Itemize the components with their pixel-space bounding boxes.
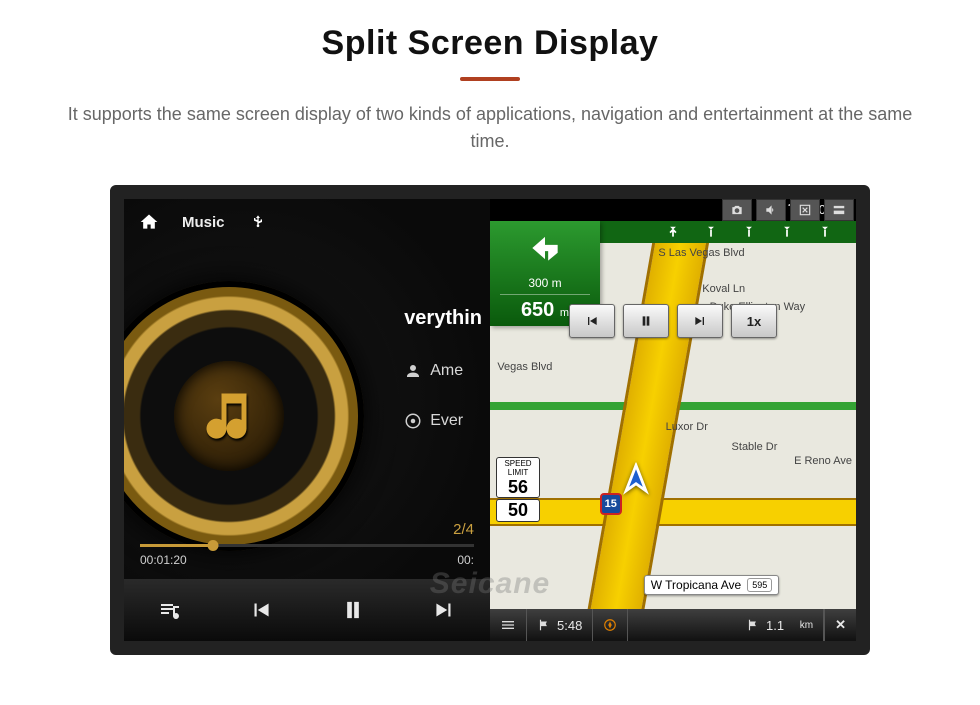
nav-close-button[interactable]: ✕ bbox=[824, 609, 856, 641]
lane-arrow-icon bbox=[704, 224, 718, 240]
music-controls bbox=[124, 579, 490, 641]
track-title: verythin bbox=[404, 307, 482, 330]
track-album-row: Ever bbox=[404, 412, 482, 430]
usb-icon[interactable] bbox=[247, 211, 269, 233]
music-note-icon bbox=[174, 361, 284, 471]
volume-button[interactable] bbox=[756, 199, 786, 221]
turn-left-icon bbox=[500, 229, 590, 272]
street-label: S Las Vegas Blvd bbox=[658, 247, 744, 259]
sim-speed-button[interactable]: 1x bbox=[731, 304, 777, 338]
device-frame: Music verythin Ame Ever bbox=[110, 185, 870, 655]
next-turn-distance: 300 m bbox=[500, 276, 590, 295]
home-icon[interactable] bbox=[138, 211, 160, 233]
lane-arrow-icon bbox=[742, 224, 756, 240]
track-counter: 2/4 bbox=[140, 521, 474, 538]
track-artist: Ame bbox=[430, 362, 463, 380]
music-app-label: Music bbox=[182, 214, 225, 231]
progress-bar[interactable] bbox=[140, 544, 474, 547]
title-underline bbox=[460, 77, 520, 81]
split-screen-button[interactable] bbox=[824, 199, 854, 221]
prev-button[interactable] bbox=[243, 592, 279, 628]
eta-display: 5:48 bbox=[527, 609, 593, 641]
current-speed: 50 bbox=[496, 499, 540, 522]
flag-icon bbox=[746, 618, 760, 632]
nav-bottom-bar: 5:48 1.1 km ✕ bbox=[490, 609, 856, 641]
pause-button[interactable] bbox=[335, 592, 371, 628]
compass-button[interactable] bbox=[593, 609, 628, 641]
street-label: Stable Dr bbox=[732, 441, 778, 453]
street-label: Vegas Blvd bbox=[497, 361, 552, 373]
track-album: Ever bbox=[430, 412, 463, 430]
sim-prev-button[interactable] bbox=[569, 304, 615, 338]
sim-controls: 1x bbox=[569, 304, 777, 338]
vehicle-marker bbox=[619, 462, 653, 501]
system-buttons bbox=[722, 199, 854, 221]
track-info: verythin Ame Ever bbox=[404, 307, 482, 462]
compass-icon bbox=[603, 618, 617, 632]
album-disc bbox=[110, 281, 364, 551]
street-label: Luxor Dr bbox=[666, 421, 708, 433]
lane-arrow-icon bbox=[666, 224, 680, 240]
playlist-button[interactable] bbox=[152, 592, 188, 628]
total-time: 00: bbox=[457, 553, 474, 567]
album-icon bbox=[404, 412, 422, 430]
navigation-app: 20:07 300 m 650 m bbox=[490, 199, 856, 641]
sim-pause-button[interactable] bbox=[623, 304, 669, 338]
current-street-sign: W Tropicana Ave 595 bbox=[644, 575, 780, 595]
menu-button[interactable] bbox=[490, 609, 527, 641]
flag-icon bbox=[537, 618, 551, 632]
screenshot-button[interactable] bbox=[722, 199, 752, 221]
lane-arrow-icon bbox=[818, 224, 832, 240]
page-title: Split Screen Display bbox=[0, 0, 980, 63]
street-label: Koval Ln bbox=[702, 283, 745, 295]
music-topbar: Music bbox=[124, 199, 490, 245]
page-subtitle: It supports the same screen display of t… bbox=[0, 101, 980, 185]
elapsed-time: 00:01:20 bbox=[140, 553, 187, 567]
speed-limit-sign: SPEED LIMIT 56 bbox=[496, 457, 540, 498]
street-label: E Reno Ave bbox=[794, 455, 852, 467]
lane-arrow-icon bbox=[780, 224, 794, 240]
remaining-distance: 1.1 km bbox=[628, 609, 824, 641]
sim-next-button[interactable] bbox=[677, 304, 723, 338]
artist-icon bbox=[404, 362, 422, 380]
next-button[interactable] bbox=[426, 592, 462, 628]
progress-area: 2/4 00:01:20 00: bbox=[140, 521, 474, 567]
music-app: Music verythin Ame Ever bbox=[124, 199, 490, 641]
track-artist-row: Ame bbox=[404, 362, 482, 380]
close-app-button[interactable] bbox=[790, 199, 820, 221]
